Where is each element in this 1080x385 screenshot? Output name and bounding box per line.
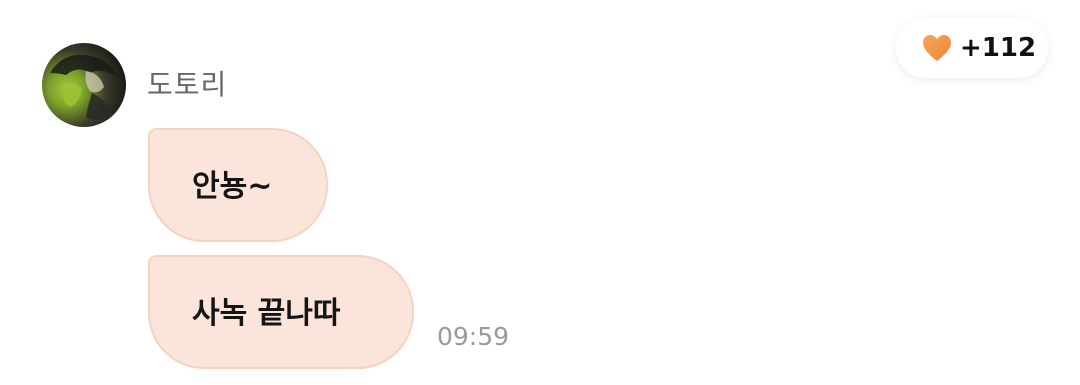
- message-text: 사녹 끝나따: [192, 296, 341, 331]
- message-bubble[interactable]: 사녹 끝나따: [148, 255, 414, 369]
- reaction-badge[interactable]: +112: [896, 18, 1048, 78]
- sender-avatar[interactable]: [42, 43, 126, 127]
- message-bubble[interactable]: 안뇽~: [148, 128, 328, 242]
- reaction-count: +112: [960, 33, 1037, 63]
- heart-icon: [923, 35, 951, 61]
- message-timestamp: 09:59: [437, 322, 510, 351]
- message-text: 안뇽~: [192, 169, 273, 204]
- chat-view: 도토리 안뇽~ 사녹 끝나따 09:59 +112: [0, 0, 1080, 385]
- avatar-image: [50, 54, 118, 120]
- sender-name: 도토리: [147, 68, 228, 101]
